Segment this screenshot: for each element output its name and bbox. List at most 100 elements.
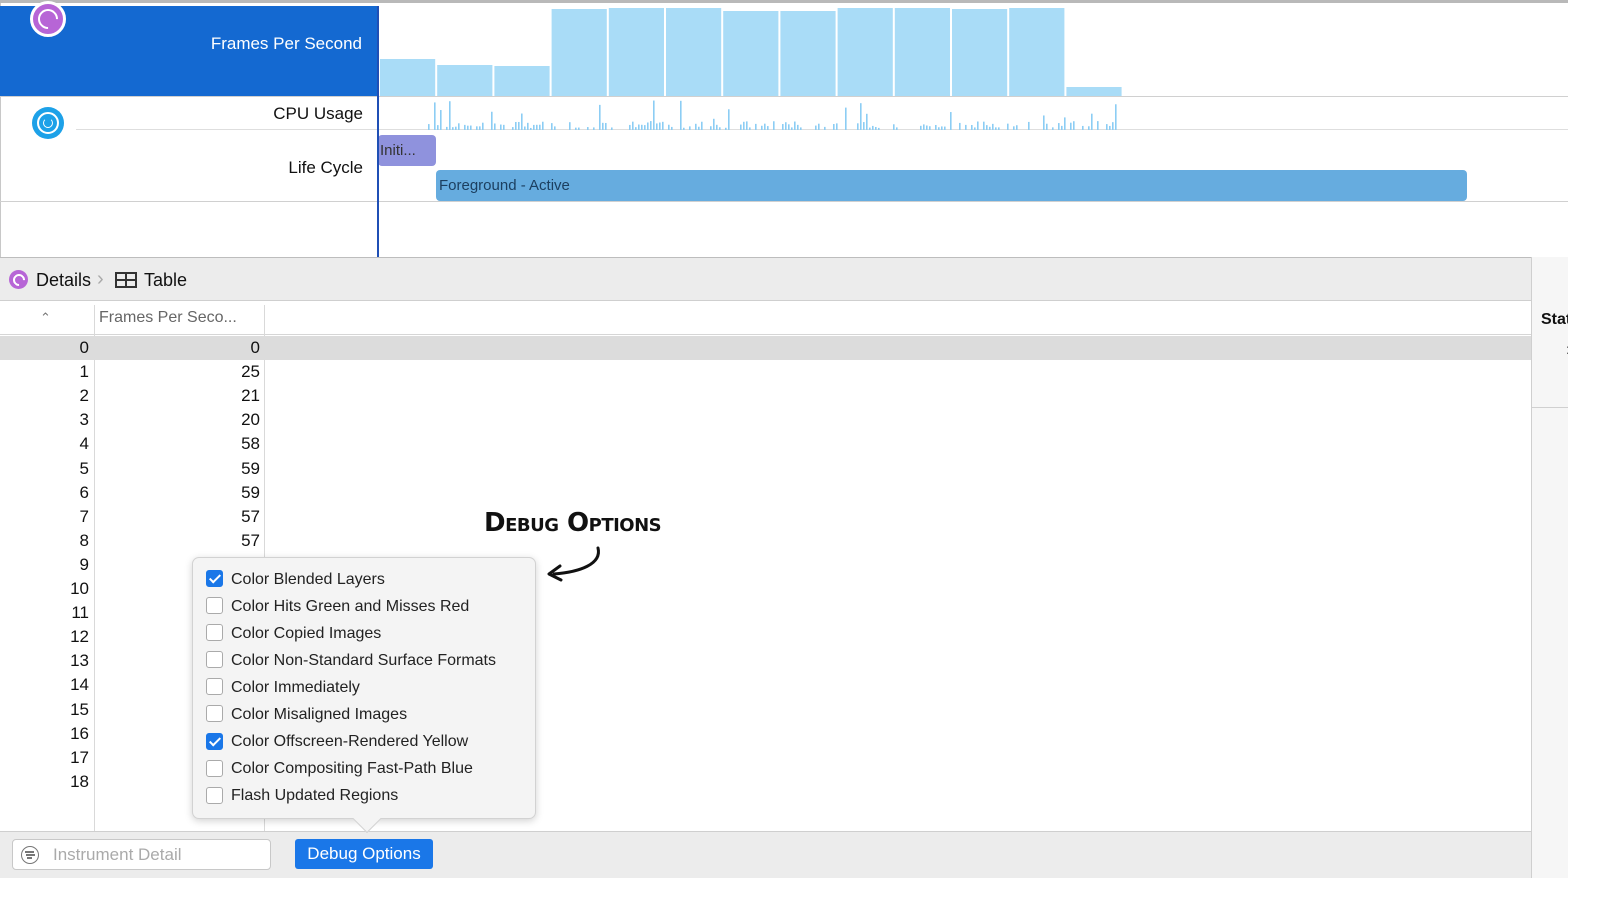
cpu-spike <box>986 125 988 130</box>
checkbox-unchecked-icon[interactable] <box>206 786 223 804</box>
cpu-spike <box>1061 125 1063 130</box>
cpu-spike <box>440 110 442 130</box>
debug-option-item[interactable]: Color Non-Standard Surface Formats <box>193 647 535 674</box>
sort-ascending-icon[interactable]: ⌃ <box>40 310 51 326</box>
cpu-spike <box>764 123 766 130</box>
cpu-spike <box>554 126 556 130</box>
fps-bar <box>608 8 664 96</box>
cpu-spike <box>491 111 493 130</box>
breadcrumb-details[interactable]: Details <box>36 270 91 291</box>
row-index-cell: 16 <box>70 723 89 743</box>
checkbox-checked-icon[interactable] <box>206 570 223 587</box>
filter-icon <box>21 846 39 864</box>
cpu-spike <box>518 121 520 130</box>
checkbox-unchecked-icon[interactable] <box>206 759 223 777</box>
debug-option-item[interactable]: Color Copied Images <box>193 620 535 647</box>
timeline-cursor[interactable] <box>377 6 379 260</box>
cpu-spike <box>455 126 457 130</box>
cpu-spike <box>536 124 538 130</box>
checkbox-unchecked-icon[interactable] <box>206 597 223 615</box>
table-icon <box>115 272 137 288</box>
checkbox-unchecked-icon[interactable] <box>206 678 223 696</box>
instrument-detail-filter[interactable] <box>12 839 271 870</box>
debug-options-popover: Color Blended Layers Color Hits Green and… <box>192 557 536 834</box>
row-index-cell: 7 <box>79 506 89 526</box>
cpu-spike <box>533 124 535 130</box>
cpu-spike <box>746 121 748 130</box>
checkbox-unchecked-icon[interactable] <box>206 624 223 642</box>
debug-option-item[interactable]: Color Offscreen-Rendered Yellow <box>193 729 535 756</box>
cpu-spike <box>434 102 436 130</box>
table-row[interactable]: 2 21 <box>0 384 1531 408</box>
row-fps-cell: 25 <box>241 362 260 382</box>
row-fps-cell: 57 <box>241 506 260 526</box>
cpu-spike <box>845 107 847 130</box>
cpu-spike <box>1106 124 1108 130</box>
cpu-usage-graph[interactable] <box>378 96 1568 130</box>
cpu-spike <box>869 127 871 130</box>
table-row[interactable]: 3 20 <box>0 408 1531 432</box>
cpu-spike <box>974 127 976 130</box>
cpu-spike <box>638 124 640 130</box>
cpu-spike <box>1046 123 1048 130</box>
lifecycle-initializing-segment[interactable]: Initi... <box>378 135 436 166</box>
cpu-spike <box>815 125 817 130</box>
cpu-spike <box>632 121 634 130</box>
cpu-spike <box>479 126 481 130</box>
cpu-spike <box>695 123 697 130</box>
cpu-spike <box>818 123 820 130</box>
cpu-spike <box>938 127 940 130</box>
cpu-spike <box>824 126 826 130</box>
row-fps-cell: 59 <box>241 458 260 478</box>
filter-input[interactable] <box>53 844 263 866</box>
cpu-spike <box>950 112 952 130</box>
cpu-spike <box>965 124 967 130</box>
debug-option-label: Color Hits Green and Misses Red <box>231 597 470 615</box>
debug-options-button[interactable]: Debug Options <box>295 839 433 869</box>
fps-bar <box>1066 87 1122 96</box>
row-index-cell: 12 <box>70 627 89 647</box>
inspector-value: : <box>1566 341 1568 357</box>
cpu-spike <box>800 127 802 130</box>
debug-option-item[interactable]: Color Hits Green and Misses Red <box>193 593 535 620</box>
fps-graph[interactable] <box>378 6 1568 96</box>
cpu-spike <box>437 125 439 130</box>
checkbox-unchecked-icon[interactable] <box>206 651 223 669</box>
debug-option-item[interactable]: Color Compositing Fast-Path Blue <box>193 756 535 783</box>
cpu-spike <box>428 124 430 130</box>
cpu-spike <box>797 124 799 130</box>
checkbox-checked-icon[interactable] <box>206 732 223 750</box>
cpu-spike <box>785 122 787 130</box>
table-row[interactable]: 8 57 <box>0 529 1531 553</box>
fps-column-header[interactable]: Frames Per Seco... <box>99 309 237 327</box>
cpu-spike <box>872 125 874 130</box>
checkbox-unchecked-icon[interactable] <box>206 705 223 723</box>
debug-option-item[interactable]: Color Immediately <box>193 674 535 701</box>
debug-option-item[interactable]: Flash Updated Regions <box>193 783 535 810</box>
debug-option-item[interactable]: Color Misaligned Images <box>193 701 535 728</box>
debug-option-label: Color Immediately <box>231 678 360 696</box>
core-animation-instrument-icon <box>30 1 66 37</box>
row-index-cell: 18 <box>70 771 89 791</box>
cpu-spike <box>641 124 643 130</box>
row-index-cell: 6 <box>79 482 89 502</box>
cpu-spike <box>767 126 769 130</box>
debug-option-item[interactable]: Color Blended Layers <box>193 566 535 593</box>
table-row[interactable]: 5 59 <box>0 457 1531 481</box>
table-row[interactable]: 6 59 <box>0 481 1531 505</box>
row-index-cell: 10 <box>70 579 89 598</box>
cpu-spike <box>482 122 484 130</box>
fps-track-header[interactable]: Frames Per Second <box>0 1 377 96</box>
table-row[interactable]: 7 57 <box>0 505 1531 529</box>
cpu-spike <box>464 124 466 130</box>
breadcrumb-table[interactable]: Table <box>144 270 187 291</box>
table-row[interactable]: 1 25 <box>0 360 1531 384</box>
table-row[interactable]: 4 58 <box>0 432 1531 456</box>
cpu-spike <box>833 124 835 130</box>
lifecycle-foreground-segment[interactable]: Foreground - Active <box>436 170 1467 201</box>
cpu-spike <box>926 125 928 130</box>
cpu-spike <box>446 126 448 130</box>
cpu-spike <box>728 109 730 130</box>
table-row[interactable]: 00 <box>0 336 1531 360</box>
cpu-spike <box>1058 123 1060 130</box>
